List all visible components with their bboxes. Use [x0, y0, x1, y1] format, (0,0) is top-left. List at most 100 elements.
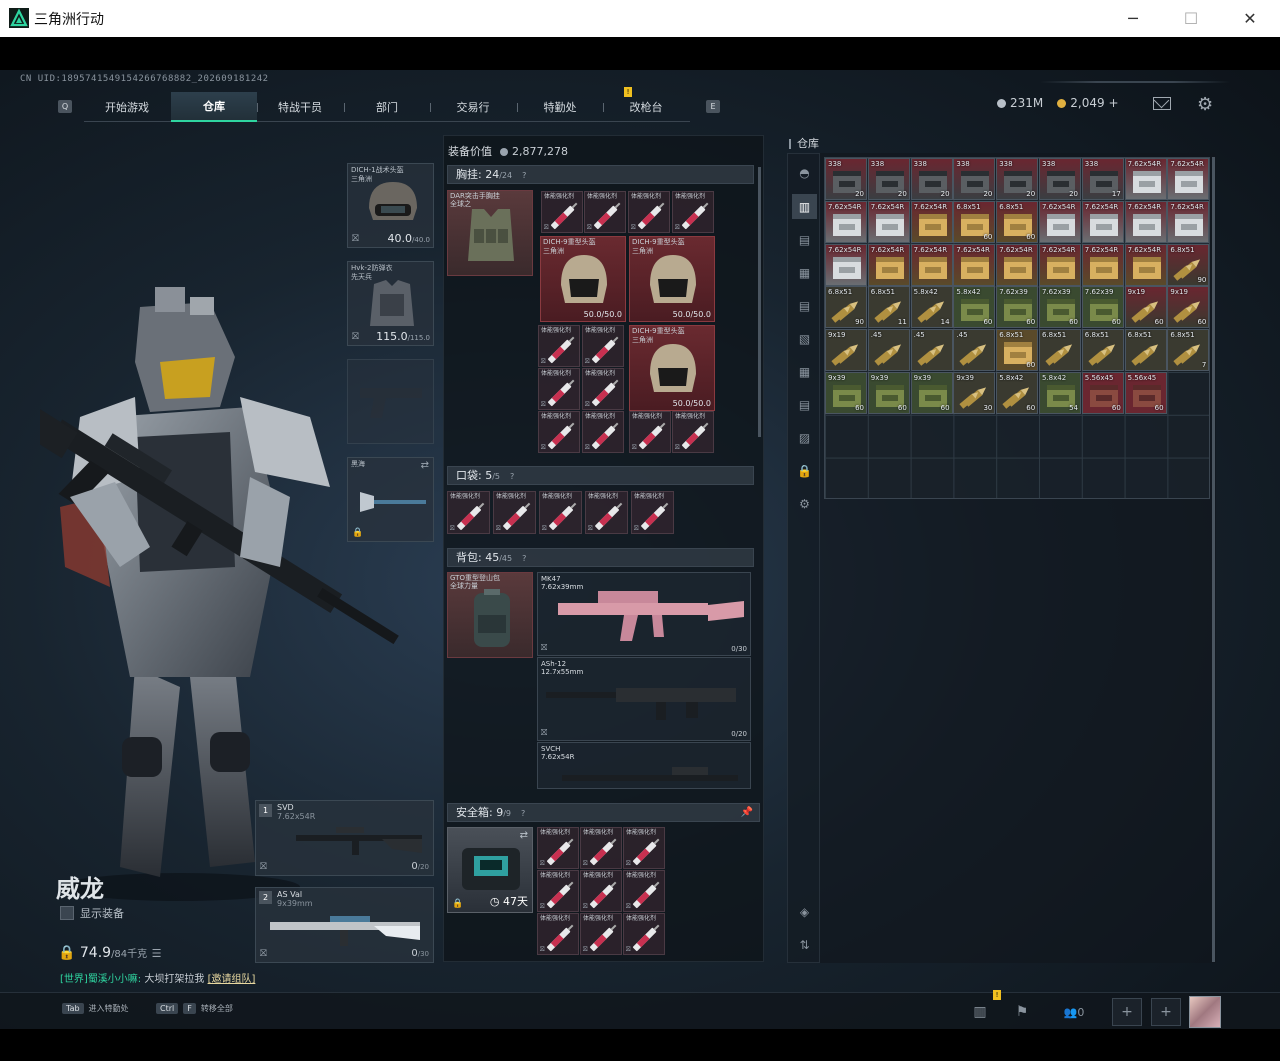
stim-item[interactable]: 体能强化剂 ⛝	[584, 191, 626, 233]
nav-prev-key[interactable]: Q	[58, 100, 72, 113]
backup-helmet-item[interactable]: DICH-9重型头盔 三角洲 50.0/50.0	[629, 236, 715, 322]
tab-operators[interactable]: 特战干员	[257, 92, 343, 122]
stim-item[interactable]: 体能强化剂 ⛝	[537, 913, 579, 955]
safebox-item[interactable]: ⇄ 🔒 ◷ 47天	[447, 827, 533, 913]
helmet-filter-icon[interactable]: ◓	[792, 160, 817, 185]
add-teammate-button[interactable]: +	[1151, 998, 1181, 1026]
close-button[interactable]: ✕	[1221, 0, 1279, 37]
warehouse-ammo-item[interactable]: 7.62x39 60	[1081, 286, 1124, 329]
warehouse-ammo-item[interactable]: 338 17	[1081, 158, 1124, 200]
warehouse-ammo-item[interactable]: 7.62x39 60	[1039, 286, 1081, 329]
tab-warehouse[interactable]: 仓库	[171, 92, 257, 122]
stim-item[interactable]: 体能强化剂 ⛝	[672, 411, 714, 453]
tab-departments[interactable]: 部门	[344, 92, 430, 122]
warehouse-ammo-item[interactable]: 9x19	[825, 329, 867, 372]
stim-item[interactable]: 体能强化剂 ⛝	[580, 827, 622, 869]
stim-item[interactable]: 体能强化剂 ⛝	[580, 913, 622, 955]
pin-icon[interactable]: 📌	[741, 804, 753, 821]
maximize-button[interactable]: ☐	[1162, 0, 1220, 37]
warehouse-ammo-item[interactable]: 6.8x51 90	[1167, 243, 1210, 286]
stim-item[interactable]: 体能强化剂 ⛝	[623, 827, 665, 869]
invite-link[interactable]: [邀请组队]	[208, 974, 256, 985]
warehouse-ammo-item[interactable]: 6.8x51 7	[1167, 329, 1210, 372]
warehouse-ammo-item[interactable]: 9x39 60	[867, 372, 910, 414]
layers-icon[interactable]: ◈	[792, 899, 817, 924]
ticket-balance[interactable]: 2,049 +	[1057, 96, 1119, 110]
armor-slot[interactable]: Hvk-2防弹衣 先天兵 ⛝ 115.0/115.0	[347, 261, 434, 346]
warehouse-ammo-item[interactable]: 5.8x42 60	[996, 372, 1039, 414]
stim-item[interactable]: 体能强化剂 ⛝	[541, 191, 583, 233]
sort-icon[interactable]: ⇅	[792, 932, 817, 957]
ammo-filter-icon[interactable]: ▥	[792, 194, 817, 219]
stim-item[interactable]: 体能强化剂 ⛝	[631, 491, 674, 534]
warehouse-ammo-item[interactable]: .45	[867, 329, 910, 372]
gear-icon[interactable]: ⚙	[1197, 94, 1213, 115]
tab-start-game[interactable]: 开始游戏	[84, 92, 170, 122]
warehouse-ammo-item[interactable]: 5.56x45 60	[1124, 372, 1167, 414]
checkbox[interactable]	[60, 906, 74, 920]
warehouse-ammo-item[interactable]: 6.8x51 60	[996, 200, 1039, 243]
stim-item[interactable]: 体能强化剂 ⛝	[582, 325, 624, 367]
warehouse-ammo-item[interactable]: 6.8x51 90	[825, 286, 867, 329]
swap-icon[interactable]: ⇄	[421, 460, 429, 471]
stash-6-icon[interactable]: ▤	[792, 392, 817, 417]
stim-item[interactable]: 体能强化剂 ⛝	[628, 191, 670, 233]
mail-icon[interactable]	[1153, 97, 1171, 110]
warehouse-ammo-item[interactable]: 5.8x42 54	[1039, 372, 1081, 414]
warehouse-ammo-item[interactable]: 7.62x54R	[910, 200, 953, 243]
warehouse-ammo-item[interactable]: 7.62x54R	[1167, 158, 1210, 200]
warehouse-ammo-item[interactable]: .45	[953, 329, 996, 372]
warehouse-ammo-item[interactable]: 338 20	[825, 158, 867, 200]
warehouse-ammo-item[interactable]: 6.8x51 60	[996, 329, 1039, 372]
secondary-weapon-slot[interactable]: 2 AS Val 9x39mm ⛝ 0/30	[255, 887, 434, 963]
warehouse-ammo-item[interactable]: 7.62x54R	[1039, 200, 1081, 243]
team-members[interactable]: 👥 0	[1054, 998, 1094, 1026]
tab-special-ops[interactable]: 特勤处	[517, 92, 603, 122]
stash-4-icon[interactable]: ▧	[792, 326, 817, 351]
backpack-gun-svch[interactable]: SVCH 7.62x54R	[537, 742, 751, 789]
show-equipment-toggle[interactable]: 显示装备	[60, 905, 124, 921]
warehouse-ammo-item[interactable]: 7.62x39 60	[996, 286, 1039, 329]
warehouse-ammo-item[interactable]: 9x39 60	[825, 372, 867, 414]
warehouse-ammo-item[interactable]: 9x39 60	[910, 372, 953, 414]
warehouse-ammo-item[interactable]: 338 20	[996, 158, 1039, 200]
warehouse-ammo-item[interactable]: 7.62x54R	[953, 243, 996, 286]
stim-item[interactable]: 体能强化剂 ⛝	[447, 491, 490, 534]
stim-item[interactable]: 体能强化剂 ⛝	[585, 491, 628, 534]
warehouse-ammo-item[interactable]: .45	[910, 329, 953, 372]
stim-item[interactable]: 体能强化剂 ⛝	[629, 411, 671, 453]
stats-icon[interactable]: ▥	[962, 998, 998, 1026]
warehouse-ammo-item[interactable]: 7.62x54R	[1124, 200, 1167, 243]
backup-helmet-item[interactable]: DICH-9重型头盔 三角洲 50.0/50.0	[540, 236, 626, 322]
stim-item[interactable]: 体能强化剂 ⛝	[538, 325, 580, 367]
stim-item[interactable]: 体能强化剂 ⛝	[539, 491, 582, 534]
warehouse-ammo-item[interactable]: 9x19 60	[1167, 286, 1210, 329]
chat-message[interactable]: [世界]蜀溪小小嘛: 大坝打架拉我 [邀请组队]	[60, 970, 255, 985]
nav-next-key[interactable]: E	[706, 100, 720, 113]
warehouse-ammo-item[interactable]: 7.62x54R	[825, 243, 867, 286]
warehouse-scrollbar[interactable]	[1212, 157, 1215, 962]
stim-item[interactable]: 体能强化剂 ⛝	[537, 870, 579, 912]
warehouse-ammo-item[interactable]: 338 20	[910, 158, 953, 200]
warehouse-ammo-item[interactable]: 6.8x51 11	[867, 286, 910, 329]
backpack-gun-ash12[interactable]: ASh-12 12.7x55mm ⛝ 0/20	[537, 657, 751, 741]
backpack-item[interactable]: GTO重型登山包 全球力量	[447, 572, 533, 658]
stash-7-icon[interactable]: ▨	[792, 425, 817, 450]
add-teammate-button[interactable]: +	[1112, 998, 1142, 1026]
stim-item[interactable]: 体能强化剂 ⛝	[582, 368, 624, 410]
list-icon[interactable]: ☰	[152, 947, 162, 960]
minimize-button[interactable]: ─	[1104, 0, 1162, 37]
warehouse-ammo-item[interactable]: 5.56x45 60	[1081, 372, 1124, 414]
help-icon[interactable]: ?	[522, 550, 526, 567]
stim-item[interactable]: 体能强化剂 ⛝	[537, 827, 579, 869]
stash-2-icon[interactable]: ▦	[792, 260, 817, 285]
primary-weapon-slot[interactable]: 1 SVD 7.62x54R ⛝ 0/20	[255, 800, 434, 876]
warehouse-ammo-item[interactable]: 7.62x54R	[996, 243, 1039, 286]
loadout-scrollbar[interactable]	[758, 167, 761, 437]
hint-special-ops[interactable]: Tab 进入特勤处	[62, 1003, 129, 1014]
help-icon[interactable]: ?	[510, 468, 514, 485]
warehouse-ammo-item[interactable]: 338 20	[953, 158, 996, 200]
backpack-gun-mk47[interactable]: MK47 7.62x39mm ⛝ 0/30	[537, 572, 751, 656]
warehouse-ammo-item[interactable]: 6.8x51	[1124, 329, 1167, 372]
warehouse-ammo-item[interactable]: 7.62x54R	[867, 243, 910, 286]
